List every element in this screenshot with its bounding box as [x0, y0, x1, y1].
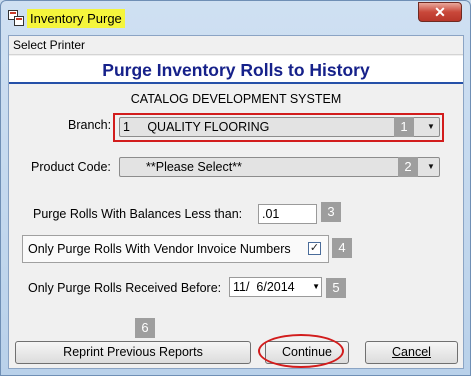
product-code-value: **Please Select** [146, 160, 242, 174]
chevron-down-icon: ▼ [427, 122, 435, 131]
page-title: Purge Inventory Rolls to History [9, 56, 463, 84]
step-badge-2: 2 [398, 157, 418, 177]
received-before-label: Only Purge Rolls Received Before: [28, 281, 222, 295]
balance-label: Purge Rolls With Balances Less than: [33, 207, 243, 221]
app-window-icon [8, 10, 24, 26]
menu-select-printer[interactable]: Select Printer [13, 36, 85, 55]
reprint-previous-reports-button[interactable]: Reprint Previous Reports [15, 341, 251, 364]
step-badge-3: 3 [321, 202, 341, 222]
step-badge-5: 5 [326, 278, 346, 298]
branch-select[interactable]: 1 QUALITY FLOORING ▼ [119, 117, 440, 137]
chevron-down-icon: ▼ [312, 282, 320, 291]
vendor-invoice-group: Only Purge Rolls With Vendor Invoice Num… [22, 235, 329, 263]
step-badge-4: 4 [332, 238, 352, 258]
cancel-button-label: Cancel [392, 345, 431, 359]
balance-input[interactable]: .01 [258, 204, 317, 224]
cancel-button[interactable]: Cancel [365, 341, 458, 364]
product-code-select[interactable]: **Please Select** ▼ [119, 157, 440, 177]
branch-value: 1 QUALITY FLOORING [123, 120, 270, 134]
checkmark-icon: ✓ [309, 242, 320, 254]
window-title: Inventory Purge [27, 9, 125, 28]
vendor-invoice-label: Only Purge Rolls With Vendor Invoice Num… [28, 242, 291, 256]
branch-label: Branch: [68, 118, 112, 132]
system-subtitle: CATALOG DEVELOPMENT SYSTEM [130, 92, 342, 106]
title-bar[interactable]: Inventory Purge ✕ [1, 1, 470, 35]
step-badge-1: 1 [394, 117, 414, 137]
received-before-date-picker[interactable]: 11/ 6/2014 ▼ [229, 277, 322, 297]
menu-bar: Select Printer [9, 36, 463, 55]
inventory-purge-window: Inventory Purge ✕ Select Printer Purge I… [0, 0, 471, 376]
close-icon: ✕ [434, 4, 446, 20]
step-badge-6: 6 [135, 318, 155, 338]
vendor-invoice-checkbox[interactable]: ✓ [308, 242, 321, 255]
chevron-down-icon: ▼ [427, 162, 435, 171]
continue-highlight [258, 334, 344, 368]
close-button[interactable]: ✕ [418, 2, 462, 22]
dialog-body: Select Printer Purge Inventory Rolls to … [8, 35, 464, 369]
product-code-label: Product Code: [31, 160, 111, 174]
received-before-value: 11/ 6/2014 [233, 280, 295, 294]
